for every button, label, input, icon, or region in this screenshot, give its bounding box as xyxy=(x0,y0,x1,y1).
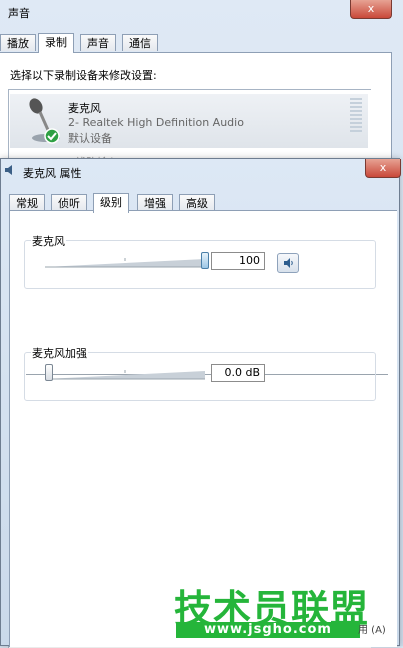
properties-close-button[interactable]: x xyxy=(365,159,401,178)
level-meter xyxy=(350,98,362,134)
tab-sounds[interactable]: 声音 xyxy=(80,34,116,51)
recording-instruction: 选择以下录制设备来修改设置: xyxy=(10,69,157,82)
microphone-level-label: 麦克风 xyxy=(31,233,66,249)
tab-levels[interactable]: 级别 xyxy=(93,193,129,213)
microphone-icon xyxy=(29,98,60,144)
boost-slider-track[interactable] xyxy=(45,370,205,380)
microphone-slider-thumb[interactable] xyxy=(201,252,209,269)
microphone-boost-label: 麦克风加强 xyxy=(31,345,88,361)
microphone-level-value[interactable]: 100 xyxy=(211,252,265,270)
microphone-level-group: 麦克风 100 xyxy=(24,233,376,289)
volume-icon xyxy=(284,258,293,268)
tab-enhancements[interactable]: 增强 xyxy=(137,194,173,211)
microphone-boost-group: 麦克风加强 0.0 dB xyxy=(24,345,376,401)
watermark-url: www.jsgho.com xyxy=(176,622,360,638)
properties-window-title: 麦克风 属性 xyxy=(23,167,82,180)
close-icon: x xyxy=(367,2,375,15)
microphone-properties-window: 麦克风 属性 x 常规 侦听 级别 增强 高级 麦克风 100 麦克风加强 0.… xyxy=(0,158,401,647)
mute-toggle-button[interactable] xyxy=(277,253,299,273)
tab-advanced[interactable]: 高级 xyxy=(179,194,215,211)
tab-general[interactable]: 常规 xyxy=(9,194,45,211)
tab-communications[interactable]: 通信 xyxy=(122,34,158,51)
tab-listen[interactable]: 侦听 xyxy=(51,194,87,211)
microphone-slider-track[interactable] xyxy=(45,258,205,268)
tab-recording[interactable]: 录制 xyxy=(38,33,74,53)
sound-window-close-button[interactable]: x xyxy=(350,0,392,19)
slider-ramp-icon xyxy=(45,258,205,268)
device-status: 默认设备 xyxy=(68,132,112,145)
device-item-microphone[interactable]: 麦克风 2- Realtek High Definition Audio 默认设… xyxy=(10,94,368,148)
boost-slider-thumb[interactable] xyxy=(45,364,53,381)
device-description: 2- Realtek High Definition Audio xyxy=(68,116,244,129)
tab-playback[interactable]: 播放 xyxy=(0,34,36,51)
speaker-icon xyxy=(5,165,12,175)
device-name: 麦克风 xyxy=(68,102,101,115)
slider-ramp-icon xyxy=(45,370,205,380)
sound-window-title: 声音 xyxy=(8,7,30,20)
apply-button[interactable]: 用 (A) xyxy=(358,623,398,638)
boost-value[interactable]: 0.0 dB xyxy=(211,364,265,382)
sound-tabs: 播放 录制 声音 通信 xyxy=(0,33,400,53)
close-icon: x xyxy=(379,161,387,174)
